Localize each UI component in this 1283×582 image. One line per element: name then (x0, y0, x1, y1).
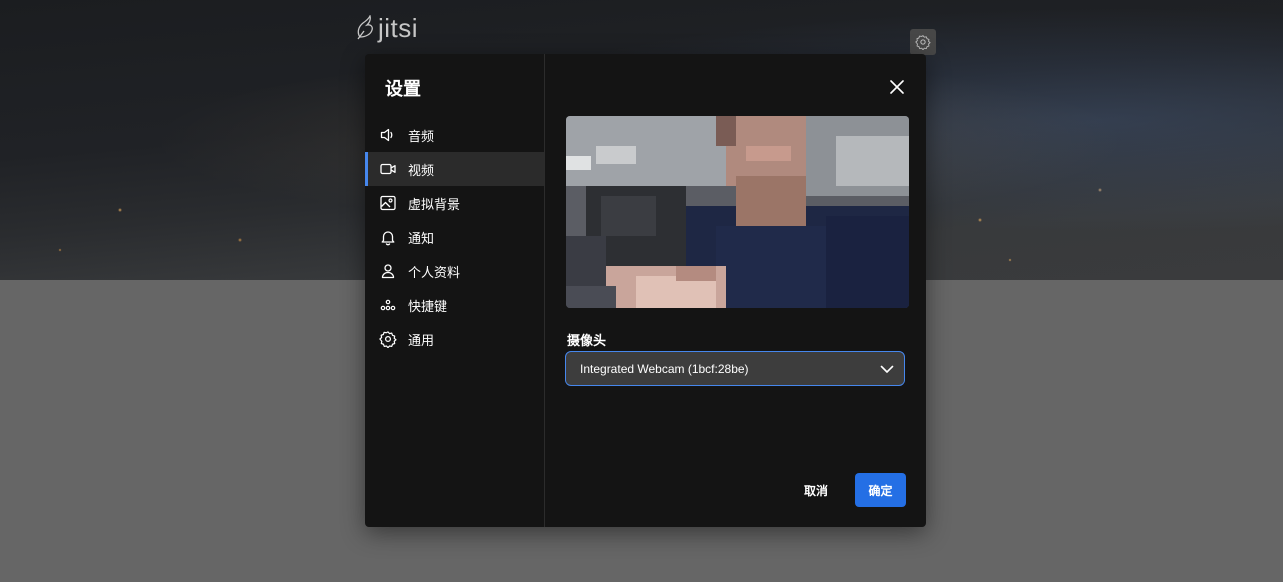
close-button[interactable] (886, 76, 908, 98)
keyboard-shortcuts-icon (379, 296, 397, 314)
sidebar-item-label: 虚拟背景 (408, 196, 461, 212)
settings-content: 摄像头 Integrated Webcam (1bcf:28be) 取消 确定 (545, 54, 926, 527)
settings-sidebar: 设置 音频 视频 虚拟背景 通知 个人资料 快捷键 通用 (365, 54, 545, 527)
sidebar-item-notifications[interactable]: 通知 (365, 220, 544, 254)
dialog-footer: 取消 确定 (790, 473, 906, 507)
sidebar-item-label: 通用 (408, 332, 435, 348)
bell-icon (379, 228, 397, 246)
cancel-button[interactable]: 取消 (790, 473, 842, 507)
camera-label: 摄像头 (567, 333, 607, 348)
chevron-down-icon (880, 365, 894, 373)
gear-icon (915, 35, 931, 50)
camera-preview-image (566, 116, 909, 308)
sidebar-item-video[interactable]: 视频 (365, 152, 544, 186)
sidebar-item-shortcuts[interactable]: 快捷键 (365, 288, 544, 322)
settings-dialog: 设置 音频 视频 虚拟背景 通知 个人资料 快捷键 通用 摄像头 Integra… (365, 54, 926, 527)
sidebar-item-label: 快捷键 (408, 298, 448, 314)
jitsi-logo: jitsi (354, 12, 418, 44)
sidebar-item-audio[interactable]: 音频 (365, 118, 544, 152)
camera-preview (566, 116, 909, 308)
toolbar-settings-button[interactable] (910, 29, 936, 55)
close-icon (890, 80, 904, 94)
ok-button[interactable]: 确定 (855, 473, 906, 507)
sidebar-item-label: 音频 (408, 128, 435, 144)
dialog-title: 设置 (385, 79, 421, 99)
camera-select-value: Integrated Webcam (1bcf:28be) (580, 361, 749, 376)
sidebar-item-label: 视频 (408, 162, 435, 178)
gear-icon (379, 330, 397, 348)
image-icon (379, 194, 397, 212)
settings-nav: 音频 视频 虚拟背景 通知 个人资料 快捷键 通用 (365, 118, 544, 356)
sidebar-item-general[interactable]: 通用 (365, 322, 544, 356)
jitsi-logo-icon (357, 15, 373, 40)
user-icon (379, 262, 397, 280)
sidebar-item-profile[interactable]: 个人资料 (365, 254, 544, 288)
speaker-icon (379, 126, 397, 144)
sidebar-item-label: 个人资料 (408, 264, 461, 280)
camera-select[interactable]: Integrated Webcam (1bcf:28be) (565, 351, 905, 386)
sidebar-item-label: 通知 (408, 230, 435, 246)
video-camera-icon (379, 160, 397, 178)
sidebar-item-virtual-background[interactable]: 虚拟背景 (365, 186, 544, 220)
logo-text: jitsi (378, 12, 419, 43)
